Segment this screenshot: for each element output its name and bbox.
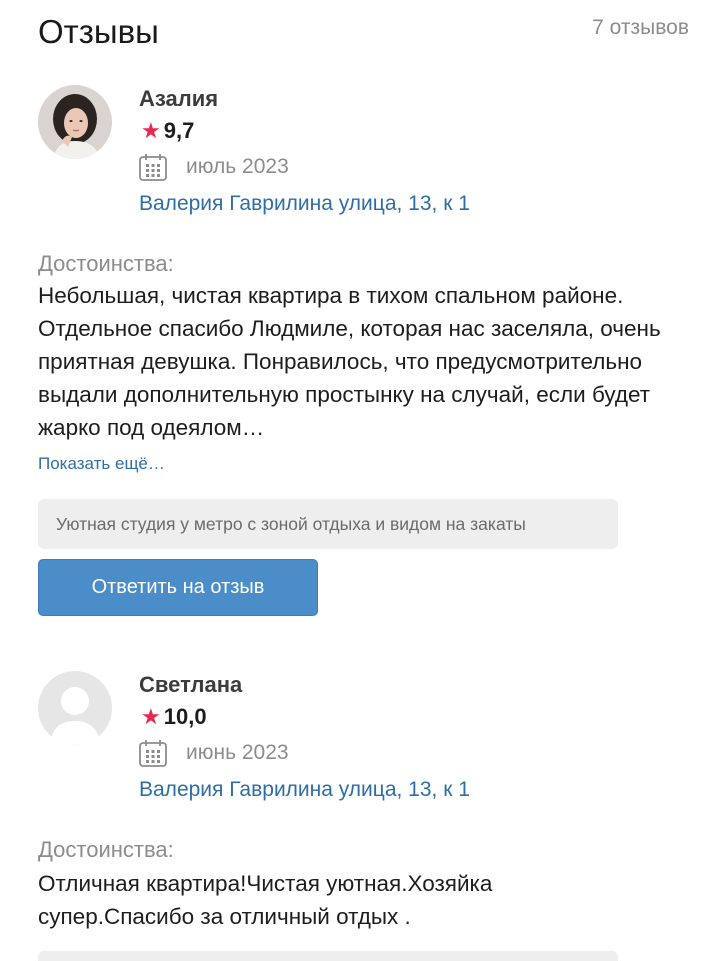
date-row: июль 2023 (138, 152, 289, 182)
show-more-link[interactable]: Показать ещё… (38, 454, 165, 474)
rating: ★ 10,0 (141, 704, 207, 730)
listing-tag[interactable]: Уютная студия у метро с зоной отдыха и в… (38, 499, 618, 549)
rating-value: 10,0 (163, 704, 207, 729)
reply-button[interactable]: Ответить на отзыв (38, 559, 318, 616)
star-icon: ★ (141, 118, 161, 143)
calendar-icon (139, 154, 167, 181)
review-text: Небольшая, чистая квартира в тихом спаль… (38, 283, 661, 440)
reviews-header: Отзывы 7 отзывов (38, 8, 689, 52)
star-icon: ★ (141, 704, 161, 729)
review-text: Отличная квартира!Чистая уютная.Хозяйка … (38, 871, 493, 929)
section-label: Достоинства: (38, 251, 174, 276)
reply-button-label: Ответить на отзыв (91, 576, 265, 598)
page-title: Отзывы (38, 13, 159, 50)
rating: ★ 9,7 (141, 118, 194, 144)
address-link[interactable]: Валерия Гаврилина улица, 13, к 1 (139, 778, 470, 802)
reviewer-name: Азалия (139, 86, 219, 111)
section-label: Достоинства: (38, 837, 174, 862)
address-link[interactable]: Валерия Гаврилина улица, 13, к 1 (139, 192, 470, 216)
review-count: 7 отзывов (592, 16, 689, 39)
avatar[interactable] (38, 671, 112, 745)
date-row: июнь 2023 (138, 738, 289, 768)
review-date: июнь 2023 (186, 741, 289, 764)
calendar-icon (139, 740, 167, 767)
avatar[interactable] (38, 85, 112, 159)
review-date: июль 2023 (186, 155, 289, 178)
listing-title: Уютная студия у метро с зоной отдыха и в… (56, 513, 526, 534)
reviewer-name: Светлана (139, 672, 243, 697)
rating-value: 9,7 (163, 118, 195, 143)
